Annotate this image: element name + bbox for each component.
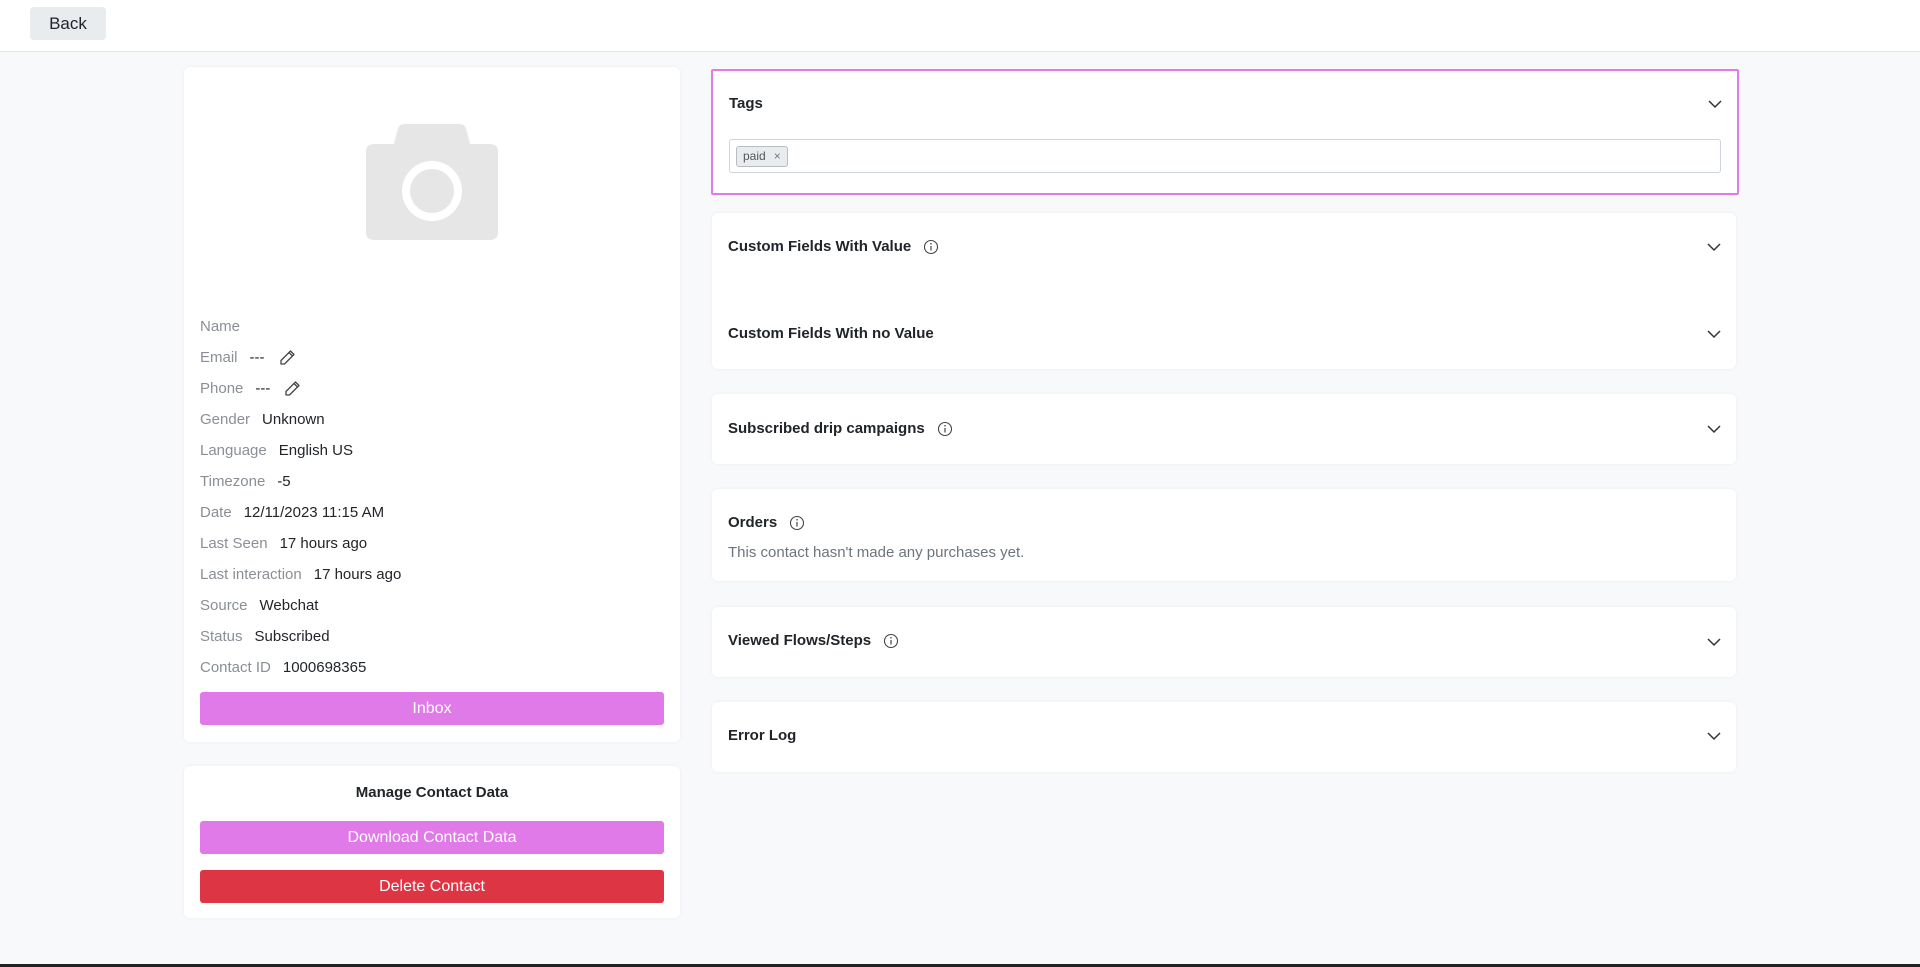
info-label: Gender <box>200 411 251 428</box>
info-icon <box>937 421 953 437</box>
manage-contact-card: Manage Contact Data Download Contact Dat… <box>184 766 680 918</box>
info-label: Date <box>200 504 232 521</box>
info-label: Last interaction <box>200 566 302 583</box>
info-label: Last Seen <box>200 535 268 552</box>
tags-title: Tags <box>729 95 763 112</box>
info-icon <box>789 515 805 531</box>
delete-contact-button[interactable]: Delete Contact <box>200 870 664 903</box>
tag-chip: paid × <box>736 145 788 167</box>
manage-contact-title: Manage Contact Data <box>355 784 509 801</box>
info-value: 17 hours ago <box>279 535 368 552</box>
viewed-flows-header[interactable]: Viewed Flows/Steps <box>728 632 899 649</box>
remove-tag-icon[interactable]: × <box>774 149 781 163</box>
info-icon <box>923 239 939 255</box>
top-bar: Back <box>0 0 1920 52</box>
orders-header: Orders <box>728 514 805 531</box>
info-value: -5 <box>277 473 291 490</box>
orders-panel: Orders This contact hasn't made any purc… <box>712 489 1736 581</box>
info-label: Language <box>200 442 267 459</box>
info-value: Subscribed <box>254 628 330 645</box>
download-contact-data-button[interactable]: Download Contact Data <box>200 821 664 854</box>
info-row-last-seen: Last Seen 17 hours ago <box>200 528 660 559</box>
info-row-language: Language English US <box>200 435 660 466</box>
info-row-contact-id: Contact ID 1000698365 <box>200 652 660 683</box>
tag-chip-label: paid <box>743 149 766 163</box>
info-value: English US <box>278 442 353 459</box>
info-icon <box>883 633 899 649</box>
custom-fields-no-value-header[interactable]: Custom Fields With no Value <box>728 325 934 342</box>
info-label: Source <box>200 597 248 614</box>
info-row-last-interaction: Last interaction 17 hours ago <box>200 559 660 590</box>
info-row-gender: Gender Unknown <box>200 404 660 435</box>
drip-campaigns-header[interactable]: Subscribed drip campaigns <box>728 420 953 437</box>
tags-panel-header[interactable]: Tags <box>729 95 763 112</box>
info-row-name: Name <box>200 311 660 342</box>
info-row-date: Date 12/11/2023 11:15 AM <box>200 497 660 528</box>
chevron-down-icon[interactable] <box>1706 728 1722 744</box>
info-label: Email <box>200 349 238 366</box>
info-value: --- <box>249 349 265 366</box>
viewed-flows-panel: Viewed Flows/Steps <box>712 607 1736 677</box>
custom-fields-with-value-header[interactable]: Custom Fields With Value <box>728 238 939 255</box>
error-log-title: Error Log <box>728 727 797 744</box>
error-log-header[interactable]: Error Log <box>728 727 796 744</box>
info-label: Name <box>200 318 241 335</box>
info-value: 12/11/2023 11:15 AM <box>243 504 385 521</box>
info-label: Phone <box>200 380 244 397</box>
chevron-down-icon[interactable] <box>1706 326 1722 342</box>
info-row-email: Email --- <box>200 342 660 373</box>
chevron-down-icon[interactable] <box>1706 421 1722 437</box>
info-value: 17 hours ago <box>313 566 402 583</box>
info-value: --- <box>255 380 271 397</box>
custom-fields-panel: Custom Fields With Value Custom Fields W… <box>712 213 1736 369</box>
inbox-button[interactable]: Inbox <box>200 692 664 725</box>
back-button[interactable]: Back <box>30 7 106 40</box>
profile-card: Name Email --- Phone --- Gender Unknown … <box>184 67 680 742</box>
orders-title: Orders <box>728 514 778 531</box>
viewed-flows-title: Viewed Flows/Steps <box>728 632 872 649</box>
info-label: Status <box>200 628 243 645</box>
contact-info-list: Name Email --- Phone --- Gender Unknown … <box>200 311 660 683</box>
custom-fields-with-value-title: Custom Fields With Value <box>728 238 912 255</box>
chevron-down-icon[interactable] <box>1707 96 1723 112</box>
info-value: 1000698365 <box>282 659 367 676</box>
pencil-icon[interactable] <box>279 349 296 366</box>
info-row-status: Status Subscribed <box>200 621 660 652</box>
info-row-timezone: Timezone -5 <box>200 466 660 497</box>
drip-campaigns-panel: Subscribed drip campaigns <box>712 394 1736 464</box>
chevron-down-icon[interactable] <box>1706 634 1722 650</box>
custom-fields-no-value-title: Custom Fields With no Value <box>728 325 934 342</box>
tags-panel: Tags paid × <box>711 69 1739 195</box>
info-value: Webchat <box>259 597 319 614</box>
info-value: Unknown <box>262 411 325 428</box>
info-label: Contact ID <box>200 659 271 676</box>
error-log-panel: Error Log <box>712 702 1736 772</box>
info-row-source: Source Webchat <box>200 590 660 621</box>
camera-icon <box>364 122 500 242</box>
orders-empty-text: This contact hasn't made any purchases y… <box>728 544 1025 561</box>
drip-campaigns-title: Subscribed drip campaigns <box>728 420 925 437</box>
chevron-down-icon[interactable] <box>1706 239 1722 255</box>
info-row-phone: Phone --- <box>200 373 660 404</box>
info-label: Timezone <box>200 473 266 490</box>
pencil-icon[interactable] <box>284 380 301 397</box>
tags-input[interactable]: paid × <box>729 139 1721 173</box>
